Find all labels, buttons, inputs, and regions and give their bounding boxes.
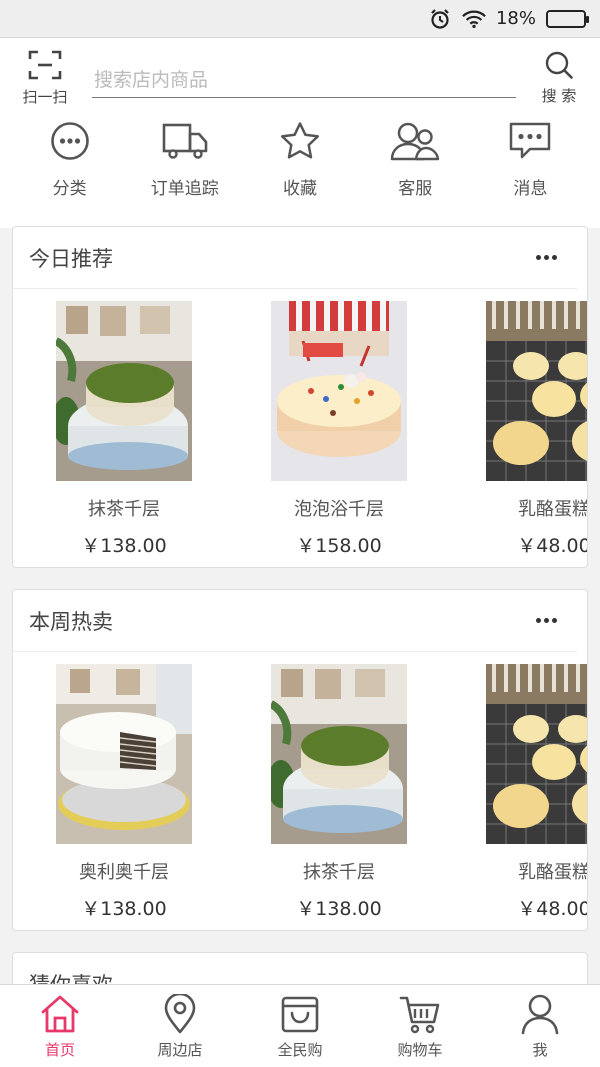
customer-service-icon — [390, 116, 440, 166]
section-weekly-hot: 本周热卖 奥利奥千层 ￥138.00 抹茶千层 ￥138.00 乳酪蛋糕 ￥48… — [12, 589, 588, 931]
product-name: 泡泡浴千层 — [294, 499, 384, 520]
quick-item-label: 分类 — [52, 179, 87, 199]
product-price: ￥138.00 — [81, 898, 167, 920]
section-header: 本周热卖 — [13, 590, 577, 652]
section-title: 今日推荐 — [29, 246, 113, 271]
search-icon — [544, 51, 574, 84]
more-circle-icon — [50, 116, 90, 166]
quick-item-messages[interactable]: 消息 — [473, 116, 588, 206]
bottom-tab-bar: 首页 周边店 全民购 购物车 我 — [0, 984, 600, 1067]
scan-icon — [28, 50, 62, 84]
home-icon — [40, 993, 80, 1035]
product-image-matcha-crepe-cake — [56, 301, 192, 481]
product-name: 乳酪蛋糕 — [518, 499, 588, 520]
search-input[interactable] — [92, 62, 516, 98]
quick-item-category[interactable]: 分类 — [12, 116, 127, 206]
tab-label: 首页 — [44, 1041, 75, 1059]
product-card[interactable]: 泡泡浴千层 ￥158.00 — [270, 301, 408, 558]
star-icon — [279, 116, 321, 166]
search-label: 搜 索 — [541, 87, 577, 105]
product-name: 抹茶千层 — [88, 499, 160, 520]
cart-icon — [399, 993, 441, 1035]
quick-menu: 分类 订单追踪 收藏 客服 消息 — [12, 116, 588, 206]
product-image-matcha-crepe-cake — [271, 664, 407, 844]
product-list: 抹茶千层 ￥138.00 泡泡浴千层 ￥158.00 乳酪蛋糕 ￥48.00 — [13, 289, 588, 567]
section-header: 今日推荐 — [13, 227, 577, 289]
scan-button[interactable]: 扫一扫 — [14, 50, 76, 107]
product-list: 奥利奥千层 ￥138.00 抹茶千层 ￥138.00 乳酪蛋糕 ￥48.00 — [13, 652, 588, 930]
product-name: 奥利奥千层 — [79, 862, 169, 883]
section-today-recommended: 今日推荐 抹茶千层 ￥138.00 泡泡浴千层 ￥158.00 乳酪蛋糕 ￥48… — [12, 226, 588, 568]
section-title: 本周热卖 — [29, 609, 113, 634]
product-price: ￥48.00 — [517, 535, 588, 557]
quick-item-label: 消息 — [513, 179, 548, 199]
header: 扫一扫 搜 索 分类 订单追踪 收藏 — [0, 38, 600, 228]
quick-item-label: 客服 — [398, 179, 433, 199]
location-pin-icon — [163, 993, 197, 1035]
quick-item-favorites[interactable]: 收藏 — [242, 116, 357, 206]
product-price: ￥48.00 — [517, 898, 588, 920]
product-card[interactable]: 奥利奥千层 ￥138.00 — [55, 664, 193, 921]
quick-item-label: 订单追踪 — [150, 179, 219, 199]
user-icon — [520, 993, 560, 1035]
battery-percent: 18% — [495, 8, 536, 29]
scan-label: 扫一扫 — [22, 88, 68, 106]
shopping-bag-icon — [280, 993, 320, 1035]
product-card[interactable]: 抹茶千层 ￥138.00 — [55, 301, 193, 558]
battery-icon — [546, 9, 589, 28]
tab-me[interactable]: 我 — [480, 985, 600, 1067]
truck-icon — [162, 116, 208, 166]
quick-item-order-tracking[interactable]: 订单追踪 — [127, 116, 242, 206]
product-image-cheese-cakes-on-rack — [486, 664, 587, 844]
product-card[interactable]: 乳酪蛋糕 ￥48.00 — [485, 664, 588, 921]
product-image-bubble-bath-crepe-cake — [271, 301, 407, 481]
product-price: ￥158.00 — [296, 535, 382, 557]
tab-label: 周边店 — [157, 1041, 203, 1059]
tab-label: 购物车 — [397, 1041, 443, 1059]
status-bar: 18% — [0, 0, 600, 38]
product-name: 乳酪蛋糕 — [518, 862, 588, 883]
product-price: ￥138.00 — [81, 535, 167, 557]
tab-cart[interactable]: 购物车 — [360, 985, 480, 1067]
tab-group-buy[interactable]: 全民购 — [240, 985, 360, 1067]
product-image-cheese-cakes-on-rack — [486, 301, 587, 481]
product-image-oreo-crepe-cake — [56, 664, 192, 844]
message-icon — [508, 116, 552, 166]
product-name: 抹茶千层 — [303, 862, 375, 883]
quick-item-customer-service[interactable]: 客服 — [358, 116, 473, 206]
tab-nearby-stores[interactable]: 周边店 — [120, 985, 240, 1067]
wifi-icon — [462, 8, 486, 30]
product-price: ￥138.00 — [296, 898, 382, 920]
tab-label: 我 — [532, 1041, 548, 1059]
more-icon[interactable] — [531, 248, 561, 268]
alarm-icon — [428, 8, 452, 30]
tab-label: 全民购 — [277, 1041, 323, 1059]
more-icon[interactable] — [531, 611, 561, 631]
quick-item-label: 收藏 — [283, 179, 317, 199]
product-card[interactable]: 抹茶千层 ￥138.00 — [270, 664, 408, 921]
search-button[interactable]: 搜 索 — [532, 50, 586, 106]
tab-home[interactable]: 首页 — [0, 985, 120, 1067]
product-card[interactable]: 乳酪蛋糕 ￥48.00 — [485, 301, 588, 558]
